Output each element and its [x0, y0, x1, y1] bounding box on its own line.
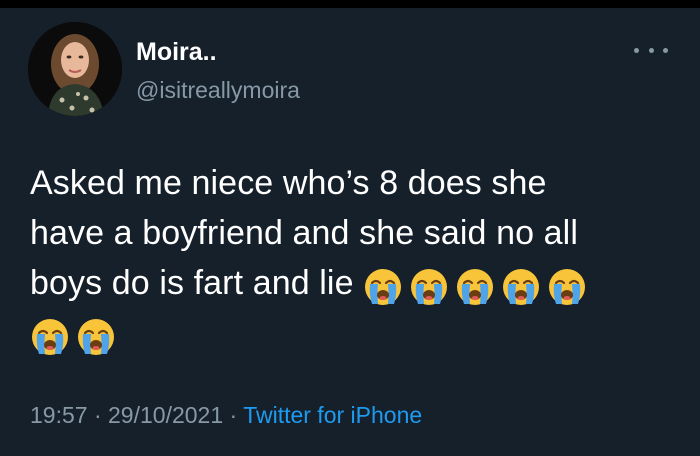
tweet-source-link[interactable]: Twitter for iPhone — [243, 402, 422, 428]
loudly-crying-face-icon — [547, 267, 587, 307]
top-strip — [0, 0, 700, 8]
tweet-text-line: boys do is fart and lie — [30, 258, 680, 308]
tweet-screenshot: Moira.. @isitreallymoira Asked me niece … — [0, 0, 700, 456]
tweet-text-line: Asked me niece who’s 8 does she — [30, 164, 547, 202]
tweet-date[interactable]: 29/10/2021 — [108, 402, 223, 428]
tweet-text-line: have a boyfriend and she said no all — [30, 214, 578, 252]
avatar[interactable] — [28, 22, 122, 116]
more-dot — [634, 47, 639, 53]
loudly-crying-face-icon — [501, 267, 541, 307]
tweet-text-line — [30, 308, 680, 358]
loudly-crying-face-icon — [30, 317, 70, 357]
tweet-time[interactable]: 19:57 — [30, 402, 88, 428]
tweet-meta: 19:57 · 29/10/2021 · Twitter for iPhone — [30, 398, 422, 432]
author-name[interactable]: Moira.. — [136, 37, 217, 67]
tweet-text: Asked me niece who’s 8 does she have a b… — [30, 158, 680, 358]
more-options-icon[interactable] — [634, 42, 668, 58]
author-handle[interactable]: @isitreallymoira — [136, 76, 300, 104]
meta-separator: · — [93, 402, 102, 428]
emoji-group — [30, 315, 122, 357]
meta-separator: · — [229, 402, 238, 428]
loudly-crying-face-icon — [76, 317, 116, 357]
emoji-group — [363, 265, 593, 307]
more-dot — [663, 47, 668, 53]
more-dot — [648, 47, 654, 53]
loudly-crying-face-icon — [363, 267, 403, 307]
loudly-crying-face-icon — [455, 267, 495, 307]
loudly-crying-face-icon — [409, 267, 449, 307]
tweet-text-segment: boys do is fart and lie — [30, 264, 354, 302]
